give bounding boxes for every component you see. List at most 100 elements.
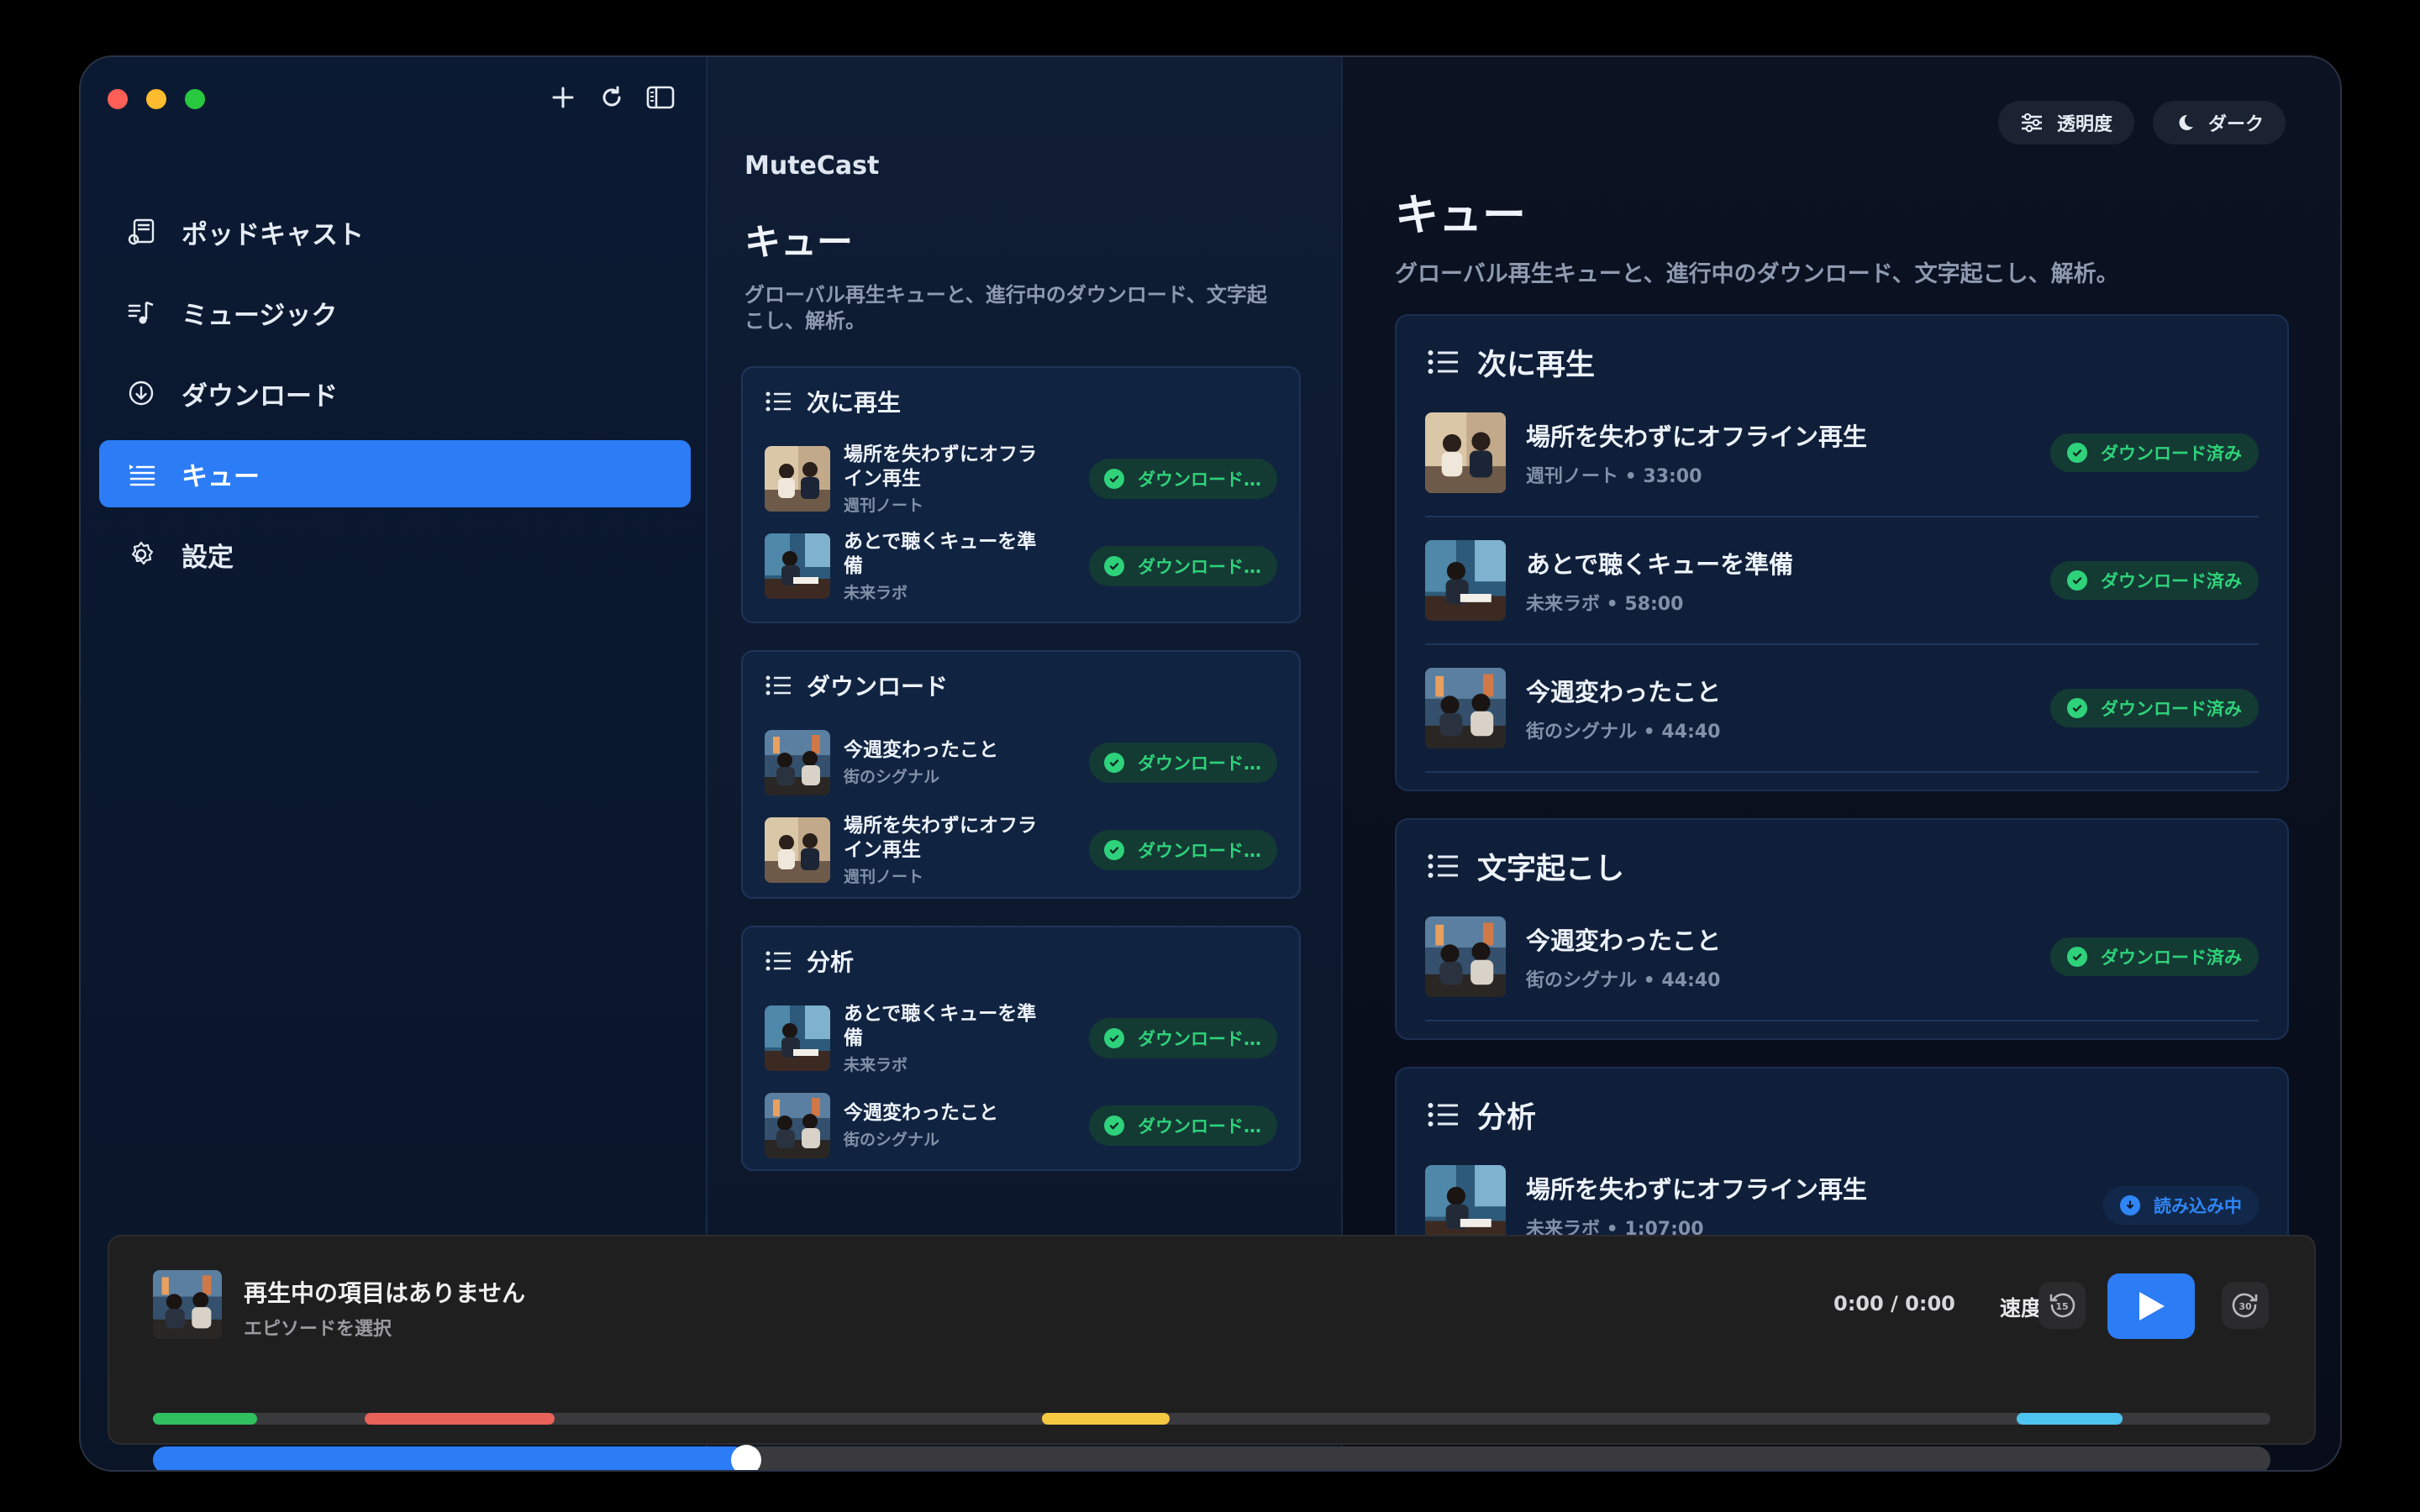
dark-mode-button[interactable]: ダーク bbox=[2153, 101, 2286, 144]
episode-artwork bbox=[765, 730, 830, 795]
svg-text:30: 30 bbox=[2238, 1301, 2252, 1312]
list-icon bbox=[765, 951, 791, 971]
episode-title: 今週変わったこと bbox=[1526, 678, 1722, 706]
sidebar-item-label: ダウンロード bbox=[182, 381, 338, 412]
list-item[interactable]: あとで聴くキューを準備 未来ラボ ダウンロード… bbox=[743, 995, 1299, 1082]
status-badge: ダウンロード… bbox=[1089, 546, 1277, 586]
episode-meta: 未来ラボ • 58:00 bbox=[1526, 594, 1684, 615]
podcast-name: 街のシグナル bbox=[844, 768, 940, 786]
sliders-icon bbox=[2020, 113, 2044, 133]
sidebar-item-downloads[interactable]: ダウンロード bbox=[99, 360, 691, 427]
check-icon bbox=[2067, 443, 2087, 463]
player-bar: 再生中の項目はありません エピソードを選択 0:00 / 0:00 速度 15 … bbox=[108, 1235, 2316, 1470]
check-icon bbox=[1104, 556, 1124, 576]
segment-marker bbox=[365, 1413, 555, 1425]
page-subtitle: グローバル再生キューと、進行中のダウンロード、文字起こし、解析。 bbox=[744, 283, 1267, 333]
podcast-name: 未来ラボ bbox=[844, 1055, 908, 1074]
episode-artwork bbox=[765, 1005, 830, 1071]
skip-back-15-icon: 15 bbox=[2049, 1293, 2075, 1318]
page-subtitle: グローバル再生キューと、進行中のダウンロード、文字起こし、解析。 bbox=[1395, 261, 2119, 287]
skip-back-button[interactable]: 15 bbox=[2039, 1282, 2086, 1329]
download-progress-icon bbox=[2120, 1195, 2140, 1215]
list-item[interactable]: 場所を失わずにオフライン再生 週刊ノート ダウンロード… bbox=[743, 435, 1299, 522]
status-badge: ダウンロード… bbox=[1089, 459, 1277, 499]
list-item[interactable]: 今週変わったこと 街のシグナル ダウンロード… bbox=[743, 1082, 1299, 1169]
page-title: キュー bbox=[1395, 191, 1527, 241]
episode-title: 場所を失わずにオフライン再生 bbox=[1526, 1175, 1868, 1204]
list-item[interactable]: 場所を失わずにオフライン再生 週刊ノート • 33:00 ダウンロード済み bbox=[1425, 390, 2259, 517]
progress-fill bbox=[153, 1446, 746, 1470]
episode-meta: 週刊ノート • 33:00 bbox=[1526, 466, 1702, 487]
transparency-button[interactable]: 透明度 bbox=[1998, 101, 2135, 144]
check-icon bbox=[1104, 753, 1124, 773]
transparency-label: 透明度 bbox=[2057, 114, 2113, 135]
episode-title: 今週変わったこと bbox=[844, 1102, 998, 1124]
episode-title: あとで聴くキューを準備 bbox=[844, 530, 1037, 577]
podcast-name: 週刊ノート bbox=[844, 496, 924, 515]
episode-title: あとで聴くキューを準備 bbox=[1526, 550, 1794, 579]
status-label: ダウンロード済み bbox=[2101, 444, 2242, 464]
episode-meta: 街のシグナル • 44:40 bbox=[1526, 722, 1721, 743]
list-item[interactable]: あとで聴くキューを準備 未来ラボ • 58:00 ダウンロード済み bbox=[1425, 517, 2259, 645]
list-item[interactable]: 今週変わったこと 街のシグナル • 44:40 ダウンロード済み bbox=[1425, 645, 2259, 773]
sidebar-item-podcasts[interactable]: ポッドキャスト bbox=[99, 198, 691, 265]
now-playing-subtitle: エピソードを選択 bbox=[244, 1319, 392, 1340]
status-badge: ダウンロード… bbox=[1089, 1105, 1277, 1146]
episode-artwork bbox=[1425, 1165, 1506, 1246]
status-badge: ダウンロード… bbox=[1089, 1018, 1277, 1058]
status-label: ダウンロード… bbox=[1138, 1029, 1261, 1049]
episode-artwork bbox=[1425, 412, 1506, 493]
list-item[interactable]: 今週変わったこと 街のシグナル • 44:40 ダウンロード済み bbox=[1425, 894, 2259, 1021]
status-label: ダウンロード済み bbox=[2101, 699, 2242, 719]
list-item[interactable]: あとで聴くキューを準備 未来ラボ ダウンロード… bbox=[743, 522, 1299, 610]
now-playing-title: 再生中の項目はありません bbox=[244, 1279, 526, 1307]
sidebar-item-queue[interactable]: キュー bbox=[99, 440, 691, 507]
episode-artwork bbox=[765, 1093, 830, 1158]
list-item[interactable]: 場所を失わずにオフライン再生 週刊ノート ダウンロード… bbox=[743, 806, 1299, 894]
status-label: ダウンロード… bbox=[1138, 470, 1261, 490]
list-icon bbox=[1428, 350, 1458, 374]
episode-meta: 街のシグナル • 44:40 bbox=[1526, 970, 1721, 991]
close-window-button[interactable] bbox=[108, 89, 128, 109]
sidebar-nav: ポッドキャスト ミュージック ダウンロード キュー 設定 bbox=[99, 198, 691, 601]
episode-title: 今週変わったこと bbox=[1526, 927, 1722, 955]
skip-forward-button[interactable]: 30 bbox=[2222, 1282, 2269, 1329]
dark-mode-label: ダーク bbox=[2208, 114, 2265, 135]
status-label: ダウンロード… bbox=[1138, 753, 1261, 774]
section-up-next: 次に再生 場所を失わずにオフライン再生 週刊ノート • 33:00 ダウンロード… bbox=[1395, 314, 2289, 791]
play-button[interactable] bbox=[2107, 1273, 2195, 1339]
sidebar-item-label: キュー bbox=[182, 461, 260, 492]
episode-artwork bbox=[1425, 916, 1506, 997]
sidebar-item-music[interactable]: ミュージック bbox=[99, 279, 691, 346]
check-icon bbox=[1104, 840, 1124, 860]
gear-icon bbox=[124, 538, 158, 571]
status-badge: ダウンロード済み bbox=[2050, 561, 2259, 600]
chapter-segments-bar bbox=[153, 1413, 2270, 1425]
check-icon bbox=[2067, 698, 2087, 718]
status-label: ダウンロード… bbox=[1138, 557, 1261, 577]
speed-button[interactable]: 速度 bbox=[2000, 1292, 2042, 1322]
playback-time: 0:00 / 0:00 bbox=[1833, 1292, 1955, 1315]
podcast-name: 未来ラボ bbox=[844, 583, 908, 602]
section-up-next: 次に再生 場所を失わずにオフライン再生 週刊ノート ダウンロード… あとで聴くキ… bbox=[741, 366, 1301, 623]
moon-icon bbox=[2175, 113, 2195, 133]
episode-artwork bbox=[765, 446, 830, 512]
sidebar-item-label: 設定 bbox=[182, 542, 234, 573]
add-icon[interactable] bbox=[548, 82, 578, 113]
status-badge: ダウンロード済み bbox=[2050, 433, 2259, 472]
progress-knob[interactable] bbox=[730, 1445, 761, 1470]
sidebar-item-label: ミュージック bbox=[182, 300, 338, 331]
episode-artwork bbox=[1425, 540, 1506, 621]
refresh-icon[interactable] bbox=[597, 82, 627, 113]
minimize-window-button[interactable] bbox=[146, 89, 166, 109]
episode-title: 今週変わったこと bbox=[844, 739, 998, 761]
list-item[interactable]: 今週変わったこと 街のシグナル ダウンロード… bbox=[743, 719, 1299, 806]
episode-title: あとで聴くキューを準備 bbox=[844, 1002, 1037, 1049]
playback-progress-slider[interactable] bbox=[153, 1445, 2270, 1470]
section-transcription: 文字起こし 今週変わったこと 街のシグナル • 44:40 ダウンロード済み bbox=[1395, 818, 2289, 1040]
status-badge: ダウンロード… bbox=[1089, 743, 1277, 783]
sidebar-toggle-icon[interactable] bbox=[645, 82, 676, 113]
check-icon bbox=[2067, 570, 2087, 591]
sidebar-item-settings[interactable]: 設定 bbox=[99, 521, 691, 588]
zoom-window-button[interactable] bbox=[185, 89, 205, 109]
